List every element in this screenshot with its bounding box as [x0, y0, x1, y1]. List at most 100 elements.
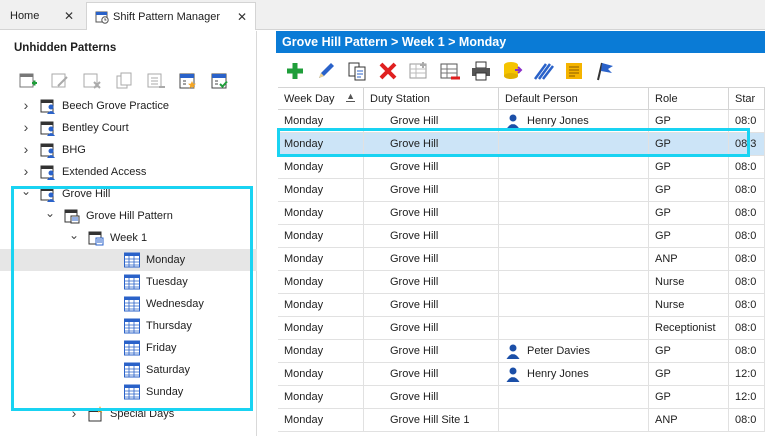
column-header-duty-station[interactable]: Duty Station: [364, 88, 499, 110]
cell-default-person[interactable]: [499, 248, 649, 270]
cell-start[interactable]: 08:0: [729, 271, 765, 293]
table-row[interactable]: Monday Grove Hill Nurse 08:0: [278, 271, 765, 294]
cell-week-day[interactable]: Monday: [278, 133, 364, 155]
cell-duty-station[interactable]: Grove Hill: [364, 156, 499, 178]
database-export-icon[interactable]: [501, 60, 523, 82]
cell-duty-station[interactable]: Grove Hill: [364, 110, 499, 132]
tree-item-wednesday[interactable]: Wednesday: [0, 293, 257, 315]
tab-home[interactable]: Home ✕: [2, 2, 82, 30]
table-row[interactable]: Monday Grove Hill GP 12:0: [278, 386, 765, 409]
table-row[interactable]: Monday Grove Hill Henry Jones GP 12:0: [278, 363, 765, 386]
cell-start[interactable]: 08:0: [729, 317, 765, 339]
cell-default-person[interactable]: [499, 225, 649, 247]
cell-default-person[interactable]: [499, 294, 649, 316]
table-row[interactable]: Monday Grove Hill Site 1 ANP 08:0: [278, 409, 765, 432]
table-row[interactable]: Monday Grove Hill Henry Jones GP 08:0: [278, 110, 765, 133]
grid-remove-icon[interactable]: [439, 60, 461, 82]
cell-start[interactable]: 08:0: [729, 179, 765, 201]
grid-add-icon[interactable]: [408, 60, 430, 82]
print-icon[interactable]: [470, 60, 492, 82]
cell-week-day[interactable]: Monday: [278, 202, 364, 224]
cell-duty-station[interactable]: Grove Hill: [364, 363, 499, 385]
cell-role[interactable]: Nurse: [649, 294, 729, 316]
bulk-edit-icon[interactable]: [532, 60, 554, 82]
add-pattern-icon[interactable]: [18, 71, 38, 91]
cell-default-person[interactable]: [499, 202, 649, 224]
add-icon[interactable]: [284, 60, 306, 82]
cell-week-day[interactable]: Monday: [278, 225, 364, 247]
cell-default-person[interactable]: [499, 409, 649, 431]
table-row[interactable]: Monday Grove Hill GP 08:0: [278, 225, 765, 248]
cell-start[interactable]: 08:0: [729, 225, 765, 247]
cell-week-day[interactable]: Monday: [278, 110, 364, 132]
calendar-star-icon[interactable]: [178, 71, 198, 91]
chevron-right-icon[interactable]: ›: [20, 141, 32, 157]
cell-default-person[interactable]: Henry Jones: [499, 363, 649, 385]
cell-start[interactable]: 08:0: [729, 248, 765, 270]
chevron-down-icon[interactable]: ⌄: [44, 206, 56, 220]
close-icon[interactable]: ✕: [64, 9, 74, 23]
cell-week-day[interactable]: Monday: [278, 386, 364, 408]
cell-duty-station[interactable]: Grove Hill: [364, 248, 499, 270]
chevron-right-icon[interactable]: ›: [20, 163, 32, 179]
cell-duty-station[interactable]: Grove Hill: [364, 179, 499, 201]
cell-role[interactable]: GP: [649, 179, 729, 201]
tree-item-friday[interactable]: Friday: [0, 337, 257, 359]
table-row[interactable]: Monday Grove Hill Nurse 08:0: [278, 294, 765, 317]
cell-role[interactable]: ANP: [649, 248, 729, 270]
tree-item-extended-access[interactable]: › Extended Access: [0, 161, 257, 183]
cell-week-day[interactable]: Monday: [278, 156, 364, 178]
cell-week-day[interactable]: Monday: [278, 294, 364, 316]
tree-item-grove-hill-pattern[interactable]: ⌄ Grove Hill Pattern: [0, 205, 257, 227]
cell-role[interactable]: GP: [649, 386, 729, 408]
cell-start[interactable]: 08:0: [729, 340, 765, 362]
copy-icon[interactable]: [346, 60, 368, 82]
cell-role[interactable]: GP: [649, 340, 729, 362]
cell-week-day[interactable]: Monday: [278, 317, 364, 339]
cell-week-day[interactable]: Monday: [278, 409, 364, 431]
cell-start[interactable]: 08:0: [729, 409, 765, 431]
cell-role[interactable]: GP: [649, 225, 729, 247]
tree-item-monday[interactable]: Monday: [0, 249, 257, 271]
chevron-down-icon[interactable]: ⌄: [20, 184, 32, 198]
cell-duty-station[interactable]: Grove Hill: [364, 225, 499, 247]
cell-default-person[interactable]: [499, 386, 649, 408]
cell-start[interactable]: 08:0: [729, 156, 765, 178]
cell-start[interactable]: 08:0: [729, 110, 765, 132]
hide-pattern-icon[interactable]: [146, 71, 166, 91]
table-row[interactable]: Monday Grove Hill ANP 08:0: [278, 248, 765, 271]
cell-default-person[interactable]: [499, 271, 649, 293]
delete-icon[interactable]: [377, 60, 399, 82]
cell-duty-station[interactable]: Grove Hill: [364, 202, 499, 224]
tree-item-bhg[interactable]: › BHG: [0, 139, 257, 161]
table-row[interactable]: Monday Grove Hill Peter Davies GP 08:0: [278, 340, 765, 363]
cell-duty-station[interactable]: Grove Hill: [364, 294, 499, 316]
cell-week-day[interactable]: Monday: [278, 363, 364, 385]
tree-item-beech-grove-practice[interactable]: › Beech Grove Practice: [0, 95, 257, 117]
cell-role[interactable]: GP: [649, 202, 729, 224]
cell-duty-station[interactable]: Grove Hill Site 1: [364, 409, 499, 431]
cell-start[interactable]: 12:0: [729, 386, 765, 408]
cell-duty-station[interactable]: Grove Hill: [364, 271, 499, 293]
cell-role[interactable]: ANP: [649, 409, 729, 431]
tree-item-week-1[interactable]: ⌄ Week 1: [0, 227, 257, 249]
cell-week-day[interactable]: Monday: [278, 248, 364, 270]
tree-item-tuesday[interactable]: Tuesday: [0, 271, 257, 293]
cell-role[interactable]: GP: [649, 363, 729, 385]
cell-role[interactable]: Receptionist: [649, 317, 729, 339]
edit-icon[interactable]: [315, 60, 337, 82]
cell-role[interactable]: GP: [649, 110, 729, 132]
tree-item-saturday[interactable]: Saturday: [0, 359, 257, 381]
delete-pattern-icon[interactable]: [82, 71, 102, 91]
chevron-down-icon[interactable]: ⌄: [68, 228, 80, 242]
table-row[interactable]: Monday Grove Hill Receptionist 08:0: [278, 317, 765, 340]
tree-item-thursday[interactable]: Thursday: [0, 315, 257, 337]
cell-default-person[interactable]: [499, 133, 649, 155]
cell-default-person[interactable]: Henry Jones: [499, 110, 649, 132]
cell-start[interactable]: 12:0: [729, 363, 765, 385]
cell-role[interactable]: Nurse: [649, 271, 729, 293]
chevron-right-icon[interactable]: ›: [20, 119, 32, 135]
column-header-week-day[interactable]: Week Day ▲: [278, 88, 364, 110]
cell-start[interactable]: 08:0: [729, 294, 765, 316]
cell-week-day[interactable]: Monday: [278, 340, 364, 362]
